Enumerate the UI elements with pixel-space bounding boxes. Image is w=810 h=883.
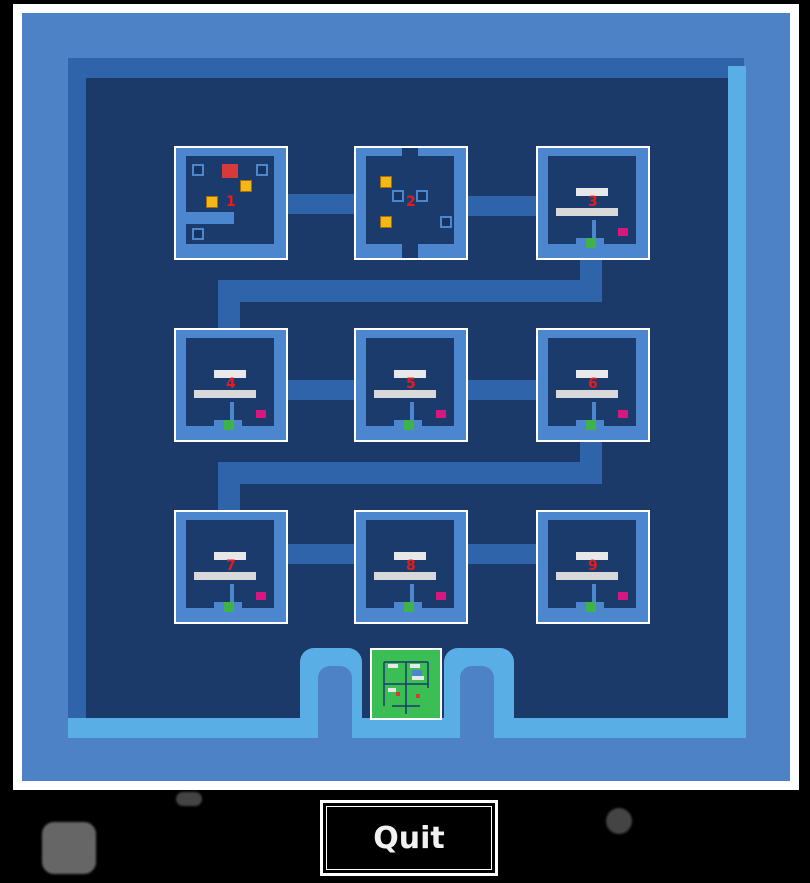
room-5[interactable]: 5 [354,328,468,442]
room-sign [556,208,618,216]
exit-tile [404,420,414,430]
marker-icon [256,410,266,418]
room-sign [374,390,436,398]
background-blob [42,822,96,874]
room-sign [556,572,618,580]
outer-wall-left [68,58,86,738]
outer-wall-top [68,58,744,78]
marker-icon [256,592,266,600]
corridor-7-8 [286,544,356,564]
room-4[interactable]: 4 [174,328,288,442]
crate [380,176,392,188]
corridor-2-3 [466,196,538,216]
crate [240,180,252,192]
room-number: 8 [406,558,416,574]
room-9[interactable]: 9 [536,510,650,624]
outer-wall-bottom-left [68,718,308,738]
pipe [230,584,234,604]
marker-icon [436,410,446,418]
background-blob [606,808,632,834]
entrance-gap-right [460,666,494,738]
crate [380,216,392,228]
room-number: 6 [588,376,598,392]
room-number: 3 [588,194,598,210]
exit-tile [224,602,234,612]
background-blob [176,792,202,806]
corridor-8-9 [466,544,538,564]
outer-wall-right [728,66,746,738]
marker-icon [618,592,628,600]
room-sign [556,390,618,398]
crate [206,196,218,208]
pipe [230,402,234,422]
hub-room[interactable] [370,648,442,720]
exit-tile [404,602,414,612]
room-2[interactable]: 2 [354,146,468,260]
room-number: 9 [588,558,598,574]
room-sign [194,572,256,580]
pipe [410,402,414,422]
corridor-6-7-vertical-b [218,462,240,512]
goal-tile [392,190,404,202]
marker-icon [618,410,628,418]
room-6[interactable]: 6 [536,328,650,442]
player-icon [222,164,238,178]
outer-wall-bottom-right [500,718,746,738]
pipe [592,402,596,422]
room-sign [194,390,256,398]
goal-tile [192,228,204,240]
room-number: 2 [406,194,416,210]
exit-tile [586,602,596,612]
pipe [410,584,414,604]
room-7[interactable]: 7 [174,510,288,624]
room-3[interactable]: 3 [536,146,650,260]
room-sign [374,572,436,580]
room-number: 4 [226,376,236,392]
room-2-doorway-bottom [402,238,418,258]
room-2-doorway-top [402,148,418,168]
room-1[interactable]: 1 [174,146,288,260]
pipe [592,584,596,604]
exit-tile [586,420,596,430]
corridor-3-4-horizontal [218,280,602,302]
corridor-4-5 [286,380,356,400]
room-number: 5 [406,376,416,392]
marker-icon [618,228,628,236]
exit-tile [224,420,234,430]
entrance-gap-left [318,666,352,738]
marker-icon [436,592,446,600]
hub-room-map [383,661,429,714]
quit-button-label: Quit [373,820,445,856]
corridor-6-7-horizontal [218,462,602,484]
goal-tile [256,164,268,176]
goal-tile [192,164,204,176]
room-1-ledge [186,212,234,224]
goal-tile [416,190,428,202]
goal-tile [440,216,452,228]
pipe [592,220,596,240]
corridor-5-6 [466,380,538,400]
room-8[interactable]: 8 [354,510,468,624]
room-number: 1 [226,194,236,210]
corridor-1-2 [286,194,356,214]
entrance-floor [362,718,444,738]
corridor-3-4-vertical-b [218,280,240,330]
quit-button[interactable]: Quit [320,800,498,876]
room-number: 7 [226,558,236,574]
exit-tile [586,238,596,248]
